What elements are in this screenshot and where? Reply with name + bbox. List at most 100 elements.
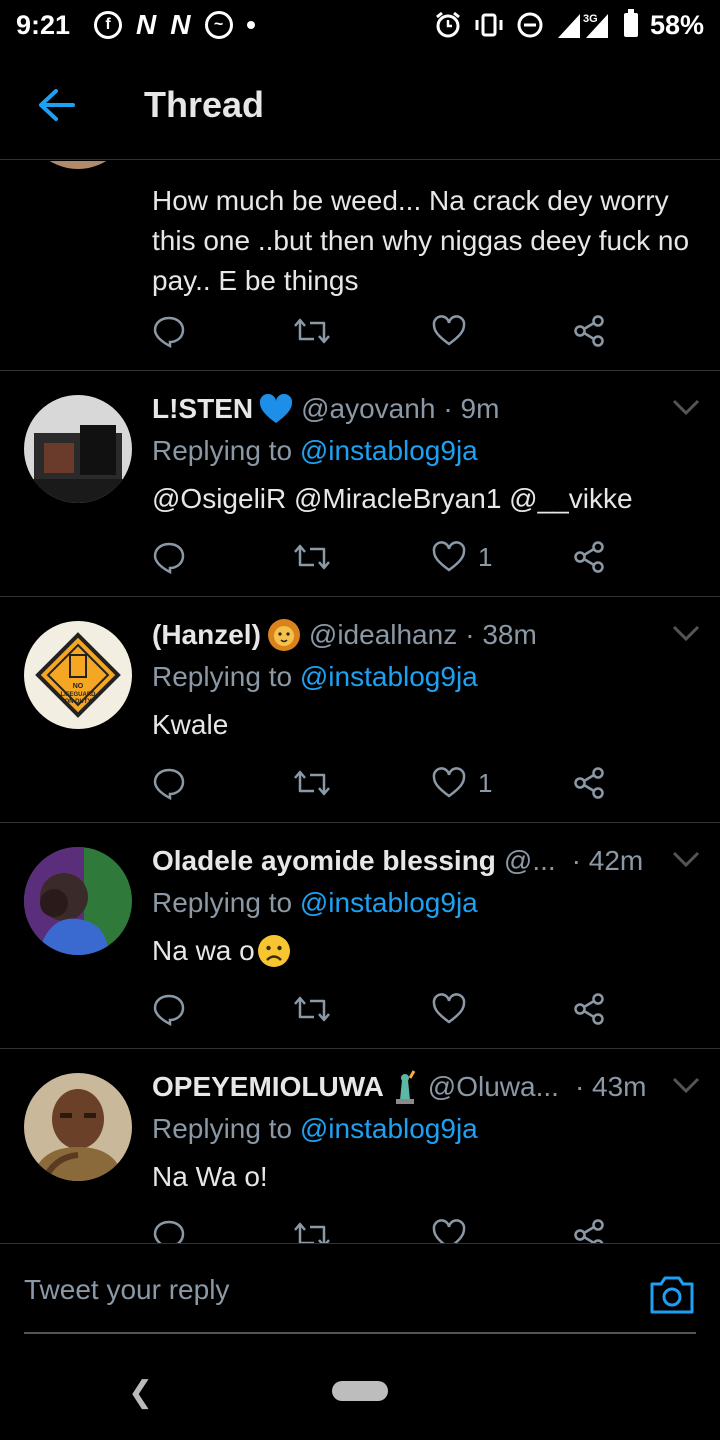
share-button[interactable]: [572, 989, 622, 1029]
reply-bar: Tweet your reply: [0, 1243, 720, 1343]
retweet-button[interactable]: [292, 311, 432, 351]
replying-mention[interactable]: @instablog9ja: [300, 435, 478, 466]
app-header: Thread: [0, 50, 720, 160]
like-button[interactable]: [432, 311, 572, 351]
retweet-icon: [294, 1222, 330, 1243]
tweet-menu-button[interactable]: [670, 395, 702, 419]
replying-mention[interactable]: @instablog9ja: [300, 1113, 478, 1144]
tweet-text: How much be weed... Na crack dey worry t…: [152, 185, 690, 296]
retweet-button[interactable]: [292, 1215, 432, 1243]
avatar[interactable]: [24, 161, 132, 169]
replying-mention[interactable]: @instablog9ja: [300, 661, 478, 692]
tweet-text: Na Wa o!: [152, 1161, 268, 1192]
notification-icons: f N N ~: [94, 9, 255, 41]
user-handle[interactable]: @Oluwa...: [428, 1071, 559, 1103]
avatar[interactable]: [24, 395, 132, 503]
camera-icon: [650, 1276, 694, 1314]
tweet-item[interactable]: Oladele ayomide blessing @... · 42m Repl…: [0, 823, 720, 1049]
replying-mention[interactable]: @instablog9ja: [300, 887, 478, 918]
retweet-button[interactable]: [292, 989, 432, 1029]
tweet-item[interactable]: How much be weed... Na crack dey worry t…: [0, 161, 720, 371]
replying-to: Replying to @instablog9ja: [152, 435, 702, 473]
like-icon: [432, 315, 466, 346]
dnd-icon: [517, 12, 543, 38]
page-title: Thread: [144, 83, 265, 125]
retweet-icon: [294, 544, 330, 570]
like-button[interactable]: [432, 989, 572, 1029]
like-icon: [432, 767, 466, 798]
tweet-menu-button[interactable]: [670, 847, 702, 871]
tweet-item[interactable]: OPEYEMIOLUWA @Oluwa... · 43m Replying to…: [0, 1049, 720, 1243]
share-button[interactable]: [572, 537, 622, 577]
timestamp: · 43m: [574, 1071, 647, 1102]
like-button[interactable]: 1: [432, 537, 572, 577]
replying-to: Replying to @instablog9ja: [152, 1113, 702, 1151]
reply-button[interactable]: [152, 763, 292, 803]
display-name[interactable]: L!STEN: [152, 393, 253, 425]
facebook-icon: f: [94, 11, 123, 39]
avatar[interactable]: [24, 847, 132, 955]
status-time: 9:21: [16, 9, 71, 40]
news-n-icon: N: [136, 9, 157, 40]
reply-icon: [153, 994, 185, 1026]
tweet-body: L!STEN @ayovanh · 9m Replying to @instab…: [152, 389, 702, 519]
retweet-button[interactable]: [292, 537, 432, 577]
avatar[interactable]: NO LIFEGUARD ON DUTY: [24, 621, 132, 729]
replying-label: Replying to: [152, 887, 293, 918]
tweet-text[interactable]: @OsigeliR @MiracleBryan1 @__vikke: [152, 479, 702, 519]
tweet-item[interactable]: NO LIFEGUARD ON DUTY (Hanzel) @idealhanz ·…: [0, 597, 720, 823]
replying-to: Replying to @instablog9ja: [152, 887, 702, 925]
user-handle[interactable]: @ayovanh: [301, 393, 435, 425]
tweet-actions: [152, 989, 622, 1029]
display-name[interactable]: OPEYEMIOLUWA: [152, 1071, 384, 1103]
chevron-down-icon: [672, 399, 700, 416]
tweet-menu-button[interactable]: [670, 621, 702, 645]
lion-icon: [267, 618, 301, 652]
reply-button[interactable]: [152, 989, 292, 1029]
display-name[interactable]: (Hanzel): [152, 619, 261, 651]
svg-text:LIFEGUARD: LIFEGUARD: [61, 692, 97, 698]
share-icon: [574, 993, 604, 1025]
tweet-meta: (Hanzel) @idealhanz · 38m: [152, 615, 702, 655]
tweet-item[interactable]: L!STEN @ayovanh · 9m Replying to @instab…: [0, 371, 720, 597]
reply-input[interactable]: Tweet your reply: [24, 1274, 624, 1306]
reply-icon: [153, 542, 185, 574]
share-icon: [574, 767, 604, 799]
display-name[interactable]: Oladele ayomide blessing: [152, 845, 496, 877]
tweet-actions: [152, 311, 622, 351]
share-button[interactable]: [572, 763, 622, 803]
vibrate-icon: [475, 13, 503, 37]
reply-button[interactable]: [152, 537, 292, 577]
like-button[interactable]: [432, 1215, 572, 1243]
tweet-body: OPEYEMIOLUWA @Oluwa... · 43m Replying to…: [152, 1067, 702, 1197]
user-handle[interactable]: @idealhanz: [309, 619, 457, 651]
thread-feed[interactable]: How much be weed... Na crack dey worry t…: [0, 161, 720, 1243]
status-bar: 9:21 f N N ~ 3G 58%: [0, 0, 720, 50]
blue-heart-icon: [259, 394, 293, 424]
back-button[interactable]: [28, 77, 84, 133]
retweet-button[interactable]: [292, 763, 432, 803]
nav-home-pill[interactable]: [332, 1381, 388, 1401]
like-button[interactable]: 1: [432, 763, 572, 803]
reply-button[interactable]: [152, 1215, 292, 1243]
tweet-body: Oladele ayomide blessing @... · 42m Repl…: [152, 841, 702, 971]
battery-icon: [623, 9, 638, 37]
retweet-icon: [294, 996, 330, 1022]
share-button[interactable]: [572, 311, 622, 351]
messenger-icon: ~: [204, 11, 233, 39]
news-n-icon-2: N: [170, 9, 191, 40]
reply-button[interactable]: [152, 311, 292, 351]
chevron-down-icon: [672, 851, 700, 868]
nav-back-icon[interactable]: ❮: [128, 1375, 153, 1410]
camera-button[interactable]: [648, 1272, 696, 1316]
tweet-menu-button[interactable]: [670, 1073, 702, 1097]
tweet-actions: [152, 1215, 622, 1243]
svg-text:ON DUTY: ON DUTY: [65, 699, 92, 705]
avatar[interactable]: [24, 1073, 132, 1181]
replying-label: Replying to: [152, 1113, 293, 1144]
user-handle[interactable]: @...: [504, 845, 556, 877]
tweet-text-row: Na wa o: [152, 931, 702, 971]
like-icon: [432, 993, 466, 1024]
share-button[interactable]: [572, 1215, 622, 1243]
retweet-icon: [294, 770, 330, 796]
